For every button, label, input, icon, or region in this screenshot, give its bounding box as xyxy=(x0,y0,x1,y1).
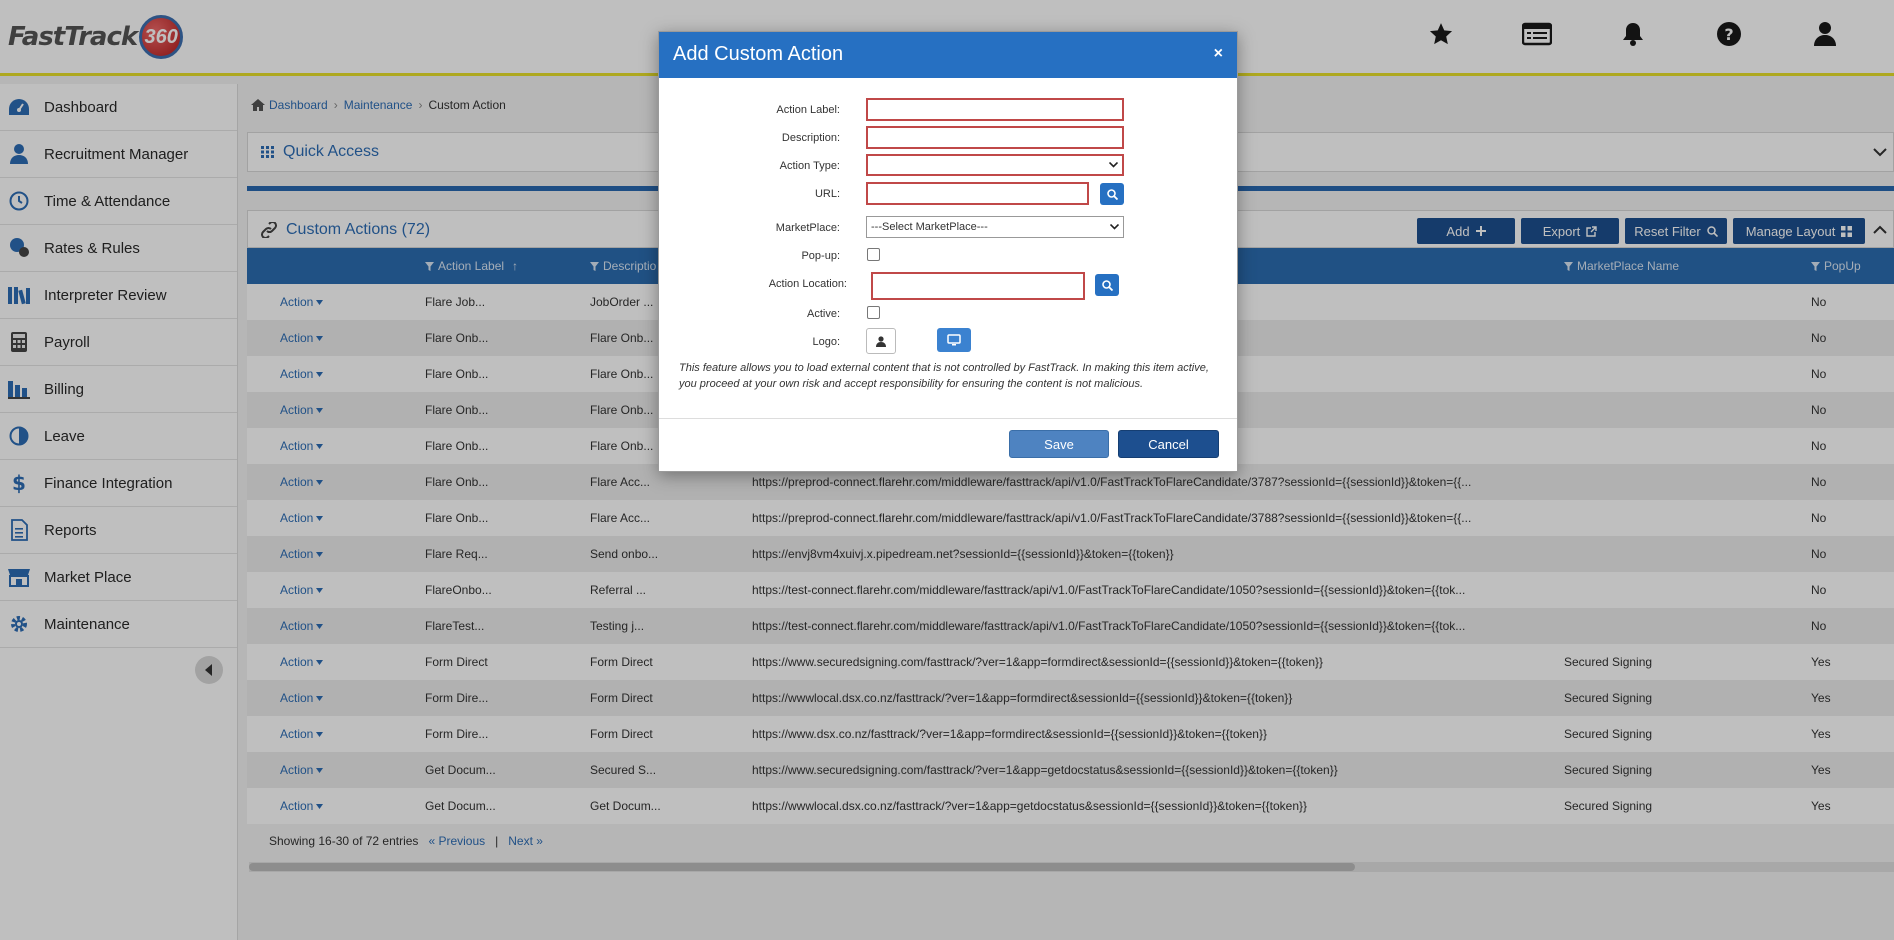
popup-checkbox[interactable] xyxy=(867,248,880,261)
logo-row: Logo: xyxy=(659,328,1239,356)
action-type-select[interactable] xyxy=(866,154,1124,176)
dialog-title: Add Custom Action xyxy=(673,43,844,65)
cancel-button[interactable]: Cancel xyxy=(1118,430,1219,458)
logo-label: Logo: xyxy=(812,336,840,348)
action-type-row: Action Type: xyxy=(659,154,1239,180)
dialog-header: Add Custom Action × xyxy=(659,32,1237,78)
search-icon xyxy=(1106,188,1118,200)
url-row: URL: xyxy=(659,182,1239,208)
logo-upload-button[interactable] xyxy=(937,328,971,352)
marketplace-row: MarketPlace: ---Select MarketPlace--- xyxy=(659,216,1239,242)
url-input[interactable] xyxy=(866,182,1089,205)
active-label: Active: xyxy=(806,308,840,320)
chevron-down-icon xyxy=(1109,162,1118,168)
monitor-icon xyxy=(947,334,961,346)
description-label: Description: xyxy=(781,132,840,144)
description-row: Description: xyxy=(659,126,1239,152)
description-input[interactable] xyxy=(866,126,1124,149)
marketplace-selected: ---Select MarketPlace--- xyxy=(871,221,988,233)
url-label: URL: xyxy=(814,188,840,200)
active-checkbox[interactable] xyxy=(867,306,880,319)
action-label-input[interactable] xyxy=(866,98,1124,121)
action-label-label: Action Label: xyxy=(776,104,840,116)
url-search-button[interactable] xyxy=(1100,183,1124,205)
action-location-label: Action Location: xyxy=(768,278,847,290)
save-button[interactable]: Save xyxy=(1009,430,1109,458)
add-custom-action-dialog: Add Custom Action × Action Label: Descri… xyxy=(658,31,1238,472)
chevron-down-icon xyxy=(1110,224,1119,230)
search-icon xyxy=(1101,279,1113,291)
dialog-divider xyxy=(659,418,1237,419)
marketplace-select[interactable]: ---Select MarketPlace--- xyxy=(866,216,1124,238)
close-icon[interactable]: × xyxy=(1214,45,1223,63)
action-label-row: Action Label: xyxy=(659,98,1239,124)
action-location-search-button[interactable] xyxy=(1095,274,1119,296)
popup-row: Pop-up: xyxy=(659,244,1239,270)
active-row: Active: xyxy=(659,302,1239,328)
popup-label: Pop-up: xyxy=(801,250,840,262)
marketplace-label: MarketPlace: xyxy=(775,222,840,234)
action-location-row: Action Location: xyxy=(659,272,1239,300)
risk-disclaimer: This feature allows you to load external… xyxy=(679,362,1209,390)
user-icon xyxy=(876,335,886,347)
action-type-label: Action Type: xyxy=(779,160,840,172)
logo-preview[interactable] xyxy=(866,328,896,354)
action-location-input[interactable] xyxy=(871,272,1085,300)
